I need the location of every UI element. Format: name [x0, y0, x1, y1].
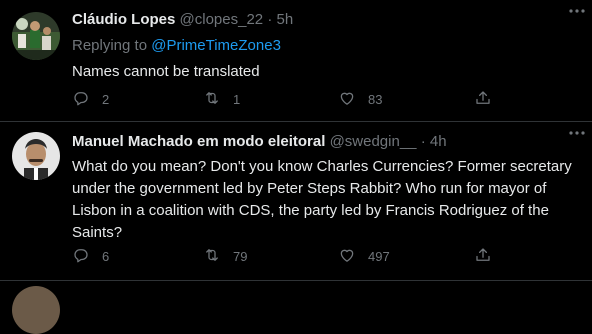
- tweet-text: What do you mean? Don't you know Charles…: [72, 158, 572, 241]
- tweet-content: Manuel Machado em modo eleitoral @swedgi…: [72, 132, 578, 244]
- avatar[interactable]: [12, 132, 60, 180]
- share-button[interactable]: [474, 89, 492, 109]
- like-button[interactable]: 83: [338, 89, 382, 109]
- tweet-content: Cláudio Lopes @clopes_22 · 5h Replying t…: [72, 10, 578, 83]
- user-handle[interactable]: @clopes_22: [180, 11, 264, 28]
- more-horizontal-icon[interactable]: [568, 124, 586, 142]
- tweet-header: Cláudio Lopes @clopes_22 · 5h: [72, 10, 578, 30]
- tweet-text: Names cannot be translated: [72, 63, 260, 80]
- reply-button[interactable]: 2: [72, 89, 109, 109]
- reply-icon: [72, 89, 90, 110]
- retweet-count: 79: [233, 248, 248, 264]
- heart-icon: [338, 89, 356, 110]
- display-name[interactable]: Cláudio Lopes: [72, 11, 175, 28]
- more-horizontal-icon[interactable]: [568, 2, 586, 20]
- tweet-actions: 6 79 497: [72, 246, 512, 266]
- heart-icon: [338, 246, 356, 267]
- display-name[interactable]: Manuel Machado em modo eleitoral: [72, 133, 325, 150]
- reply-count: 6: [102, 248, 110, 264]
- like-count: 497: [368, 248, 390, 264]
- avatar[interactable]: [12, 12, 60, 60]
- reply-count: 2: [102, 91, 110, 107]
- like-button[interactable]: 497: [338, 246, 390, 266]
- share-button[interactable]: [474, 246, 492, 266]
- retweet-button[interactable]: 1: [203, 89, 240, 109]
- separator-dot: ·: [267, 11, 273, 28]
- share-icon: [474, 246, 492, 267]
- tweet-header: Manuel Machado em modo eleitoral @swedgi…: [72, 132, 578, 152]
- retweet-count: 1: [233, 91, 241, 107]
- reply-icon: [72, 246, 90, 267]
- retweet-icon: [203, 246, 221, 267]
- like-count: 83: [368, 91, 383, 107]
- retweet-icon: [203, 89, 221, 110]
- separator-dot: ·: [420, 133, 426, 150]
- tweet-actions: 2 1 83: [72, 89, 512, 109]
- share-icon: [474, 89, 492, 110]
- avatar[interactable]: [12, 286, 60, 334]
- mention-link[interactable]: @PrimeTimeZone3: [151, 37, 281, 54]
- replying-to: Replying to @PrimeTimeZone3: [72, 36, 578, 56]
- reply-button[interactable]: 6: [72, 246, 109, 266]
- retweet-button[interactable]: 79: [203, 246, 247, 266]
- timestamp[interactable]: 5h: [276, 11, 293, 28]
- tweet[interactable]: Cláudio Lopes @clopes_22 · 5h Replying t…: [0, 0, 592, 122]
- user-handle[interactable]: @swedgin__: [330, 133, 417, 150]
- tweet[interactable]: Manuel Machado em modo eleitoral @swedgi…: [0, 122, 592, 281]
- timestamp[interactable]: 4h: [430, 133, 447, 150]
- replying-to-label: Replying to: [72, 37, 152, 54]
